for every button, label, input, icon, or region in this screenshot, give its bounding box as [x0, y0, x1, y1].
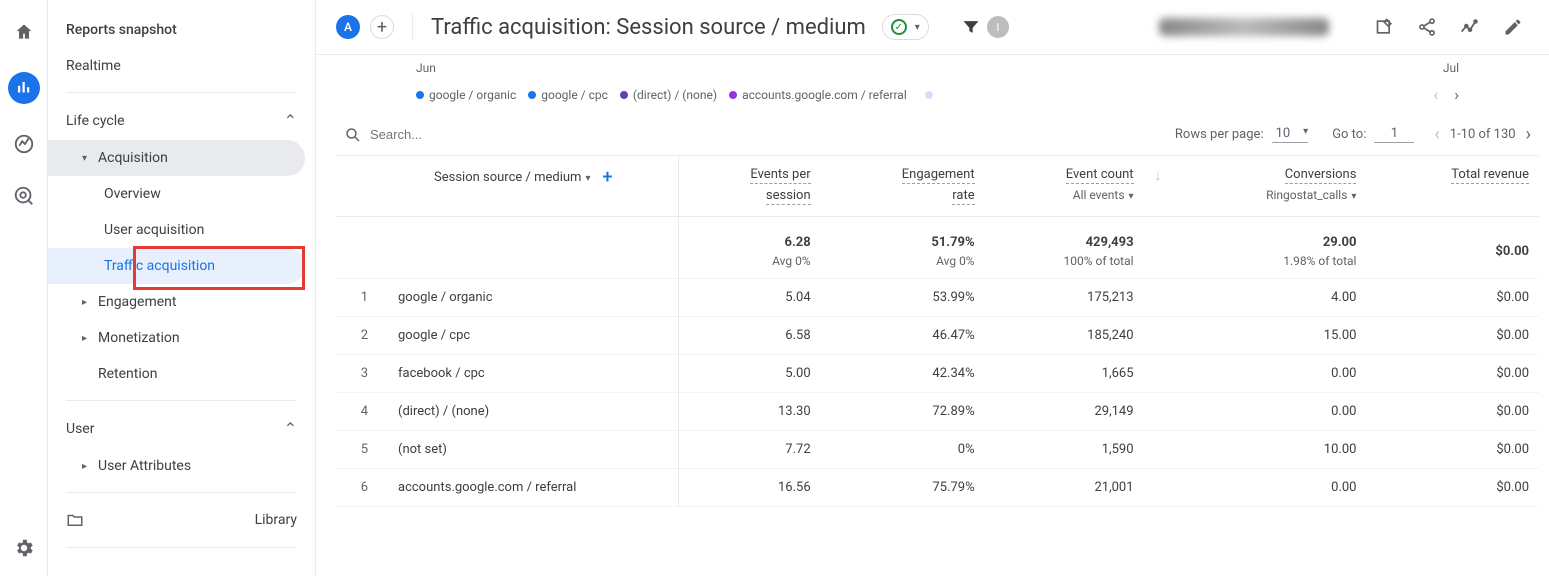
- dimension-header[interactable]: Session source / medium▾: [434, 170, 590, 185]
- table-row[interactable]: 4(direct) / (none)13.3072.89%29,1490.00$…: [336, 393, 1539, 431]
- admin-gear-icon[interactable]: [12, 536, 36, 560]
- legend-pager[interactable]: ‹ ›: [1433, 85, 1459, 104]
- chevron-left-icon[interactable]: ‹: [1433, 85, 1438, 104]
- info-badge[interactable]: I: [987, 16, 1009, 38]
- col-events-per-session[interactable]: Events per session: [689, 167, 811, 205]
- rows-per-page-label: Rows per page:: [1175, 127, 1264, 142]
- search-icon: [344, 126, 362, 144]
- add-dimension-button[interactable]: +: [602, 167, 612, 188]
- section-life-cycle[interactable]: Life cycle ⌃: [48, 101, 315, 140]
- reports-icon[interactable]: [8, 72, 40, 104]
- chevron-down-icon: ▾: [915, 22, 920, 33]
- table-row[interactable]: 3facebook / cpc5.0042.34%1,6650.00$0.00: [336, 355, 1539, 393]
- nav-acquisition[interactable]: ▾ Acquisition: [48, 140, 305, 176]
- chevron-up-icon: ⌃: [284, 111, 297, 130]
- goto-input[interactable]: 1: [1374, 126, 1414, 143]
- nav-acquisition-overview[interactable]: Overview: [48, 176, 315, 212]
- edit-pencil-icon[interactable]: [1497, 11, 1529, 43]
- report-main: A + Traffic acquisition: Session source …: [316, 0, 1549, 576]
- table-row[interactable]: 6accounts.google.com / referral16.5675.7…: [336, 469, 1539, 507]
- advertising-icon[interactable]: [12, 184, 36, 208]
- report-topbar: A + Traffic acquisition: Session source …: [316, 0, 1549, 55]
- caret-down-icon: ▾: [82, 153, 98, 164]
- segment-chip[interactable]: A: [336, 15, 360, 39]
- nav-monetization[interactable]: ▸Monetization: [48, 320, 315, 356]
- chart-legend: Jun Jul: [336, 55, 1539, 85]
- legend-item[interactable]: accounts.google.com / referral: [729, 88, 907, 102]
- folder-icon: [66, 511, 84, 529]
- prev-page-icon[interactable]: ‹: [1434, 124, 1439, 145]
- data-table: Session source / medium▾ + Events per se…: [336, 156, 1539, 507]
- report-nav-sidebar: Reports snapshot Realtime Life cycle ⌃ ▾…: [48, 0, 316, 576]
- caret-right-icon: ▸: [82, 333, 98, 344]
- nav-traffic-acquisition[interactable]: Traffic acquisition: [48, 248, 305, 284]
- icon-rail: [0, 0, 48, 576]
- table-row[interactable]: 1google / organic5.0453.99%175,2134.00$0…: [336, 279, 1539, 317]
- table-row[interactable]: 2google / cpc6.5846.47%185,24015.00$0.00: [336, 317, 1539, 355]
- explore-icon[interactable]: [12, 132, 36, 156]
- table-row[interactable]: 5(not set)7.720%1,59010.00$0.00: [336, 431, 1539, 469]
- check-circle-icon: ✓: [891, 19, 907, 35]
- nav-library[interactable]: Library: [48, 501, 315, 539]
- col-conversions[interactable]: Conversions Ringostat_calls▾: [1182, 167, 1357, 202]
- legend-item[interactable]: (direct) / (none): [620, 88, 717, 102]
- legend-item[interactable]: google / cpc: [528, 88, 608, 102]
- date-range-picker[interactable]: [1159, 18, 1329, 36]
- col-event-count[interactable]: Event count All events▾: [995, 167, 1134, 202]
- legend-item[interactable]: google / organic: [416, 88, 516, 102]
- share-icon[interactable]: [1411, 11, 1443, 43]
- sort-indicator-icon[interactable]: ↓: [1155, 168, 1162, 184]
- chevron-up-icon: ⌃: [284, 419, 297, 438]
- home-icon[interactable]: [12, 20, 36, 44]
- nav-user-attributes[interactable]: ▸User Attributes: [48, 448, 315, 484]
- axis-label: Jun: [416, 61, 436, 75]
- nav-realtime[interactable]: Realtime: [48, 48, 315, 84]
- col-engagement-rate[interactable]: Engagement rate: [831, 167, 975, 205]
- legend-items: google / organic google / cpc (direct) / (…: [416, 88, 907, 102]
- next-page-icon[interactable]: ›: [1526, 124, 1531, 145]
- add-comparison-button[interactable]: +: [370, 15, 394, 39]
- axis-label: Jul: [1443, 61, 1459, 75]
- table-search-input[interactable]: [370, 127, 590, 142]
- report-title: Traffic acquisition: Session source / me…: [431, 15, 866, 40]
- filter-icon[interactable]: [961, 17, 981, 37]
- caret-right-icon: ▸: [82, 461, 98, 472]
- goto-label: Go to:: [1332, 127, 1366, 142]
- nav-engagement[interactable]: ▸Engagement: [48, 284, 315, 320]
- rows-per-page-select[interactable]: 10: [1272, 126, 1309, 143]
- nav-reports-snapshot[interactable]: Reports snapshot: [48, 12, 315, 48]
- chevron-right-icon[interactable]: ›: [1454, 85, 1459, 104]
- customize-report-icon[interactable]: [1369, 11, 1401, 43]
- col-total-revenue[interactable]: Total revenue: [1376, 167, 1529, 184]
- caret-right-icon: ▸: [82, 297, 98, 308]
- nav-retention[interactable]: Retention: [48, 356, 315, 392]
- insights-icon[interactable]: [1453, 10, 1487, 44]
- nav-user-acquisition[interactable]: User acquisition: [48, 212, 315, 248]
- pagination-range: 1-10 of 130: [1450, 127, 1516, 142]
- section-user[interactable]: User ⌃: [48, 409, 315, 448]
- report-status-pill[interactable]: ✓ ▾: [882, 14, 929, 40]
- table-controls: Rows per page: 10 Go to: 1 ‹ 1-10 of 130…: [336, 114, 1539, 156]
